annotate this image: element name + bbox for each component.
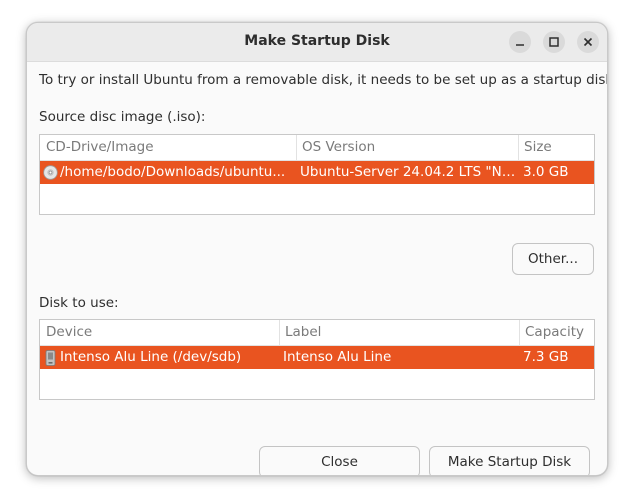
disk-device: Intenso Alu Line (/dev/sdb) [60,349,242,365]
source-image-path: /home/bodo/Downloads/ubuntu... [60,164,286,180]
column-header-capacity[interactable]: Capacity [525,320,591,345]
column-separator [279,320,280,345]
disk-capacity: 7.3 GB [523,349,569,365]
column-separator [296,135,297,160]
disk-list[interactable]: Device Label Capacity Intenso Alu Line (… [39,319,595,400]
column-header-os-version[interactable]: OS Version [302,135,518,160]
make-startup-disk-button[interactable]: Make Startup Disk [429,446,590,475]
maximize-button[interactable] [543,31,565,53]
column-header-size[interactable]: Size [524,135,590,160]
source-size: 3.0 GB [523,164,569,180]
column-header-device[interactable]: Device [46,320,276,345]
minimize-icon [516,44,524,46]
usb-drive-icon [45,350,56,366]
disc-icon [43,165,58,180]
make-startup-disk-window: Make Startup Disk To try or install Ubun… [26,22,608,476]
source-os-version: Ubuntu-Server 24.04.2 LTS "No... [300,164,516,180]
disk-row-selected[interactable]: Intenso Alu Line (/dev/sdb) Intenso Alu … [40,346,594,369]
source-label: Source disc image (.iso): [39,109,206,125]
disk-list-header: Device Label Capacity [40,320,594,346]
column-header-label[interactable]: Label [285,320,519,345]
column-separator [518,135,519,160]
disk-label: Disk to use: [39,295,119,311]
column-header-image[interactable]: CD-Drive/Image [46,135,294,160]
close-button[interactable]: Close [259,446,420,475]
maximize-icon [549,37,559,47]
minimize-button[interactable] [509,31,531,53]
titlebar[interactable]: Make Startup Disk [27,23,607,62]
source-row-selected[interactable]: /home/bodo/Downloads/ubuntu... Ubuntu-Se… [40,161,594,184]
disk-label-value: Intenso Alu Line [283,349,392,365]
source-list-header: CD-Drive/Image OS Version Size [40,135,594,161]
other-button[interactable]: Other... [512,243,594,275]
source-image-list[interactable]: CD-Drive/Image OS Version Size /home/bod… [39,134,595,215]
column-separator [519,320,520,345]
close-window-button[interactable] [577,31,599,53]
close-icon [583,37,593,47]
intro-text: To try or install Ubuntu from a removabl… [39,72,608,88]
